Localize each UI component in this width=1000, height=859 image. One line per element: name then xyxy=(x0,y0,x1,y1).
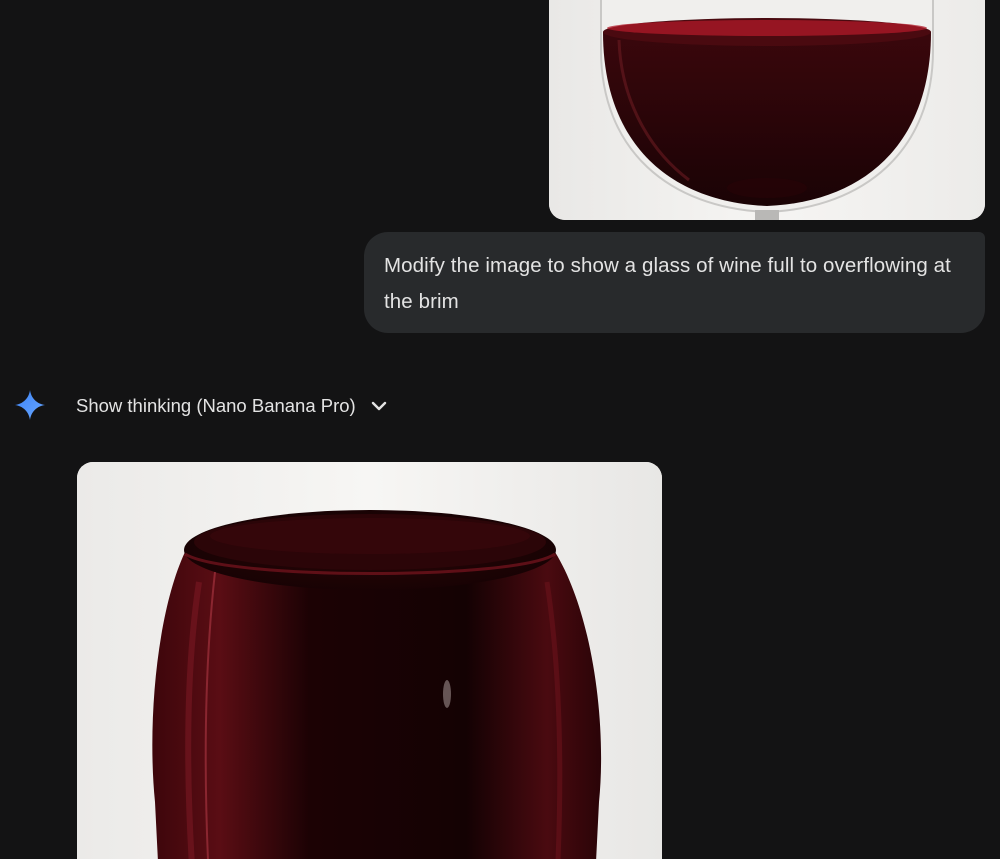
gemini-spark-icon xyxy=(14,389,46,421)
user-message-bubble: Modify the image to show a glass of wine… xyxy=(364,232,985,333)
generated-image[interactable] xyxy=(77,462,662,859)
show-thinking-toggle[interactable]: Show thinking (Nano Banana Pro) xyxy=(76,392,388,420)
user-uploaded-image[interactable] xyxy=(549,0,985,220)
chat-page: Modify the image to show a glass of wine… xyxy=(0,0,1000,859)
show-thinking-label: Show thinking (Nano Banana Pro) xyxy=(76,395,356,416)
chevron-down-icon xyxy=(370,397,388,415)
user-message-text: Modify the image to show a glass of wine… xyxy=(384,254,951,313)
overflowing-wine-glass-photo xyxy=(77,462,662,859)
wine-glass-photo xyxy=(549,0,985,220)
